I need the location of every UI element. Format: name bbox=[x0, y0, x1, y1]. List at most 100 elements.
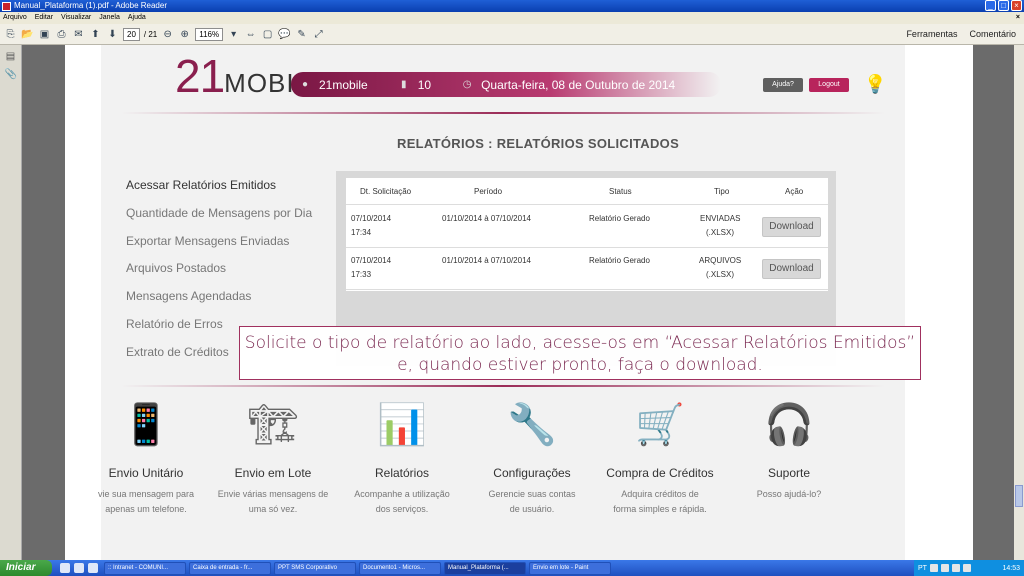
feature-desc: uma só vez. bbox=[248, 504, 298, 514]
feature-settings[interactable]: 🔧 Configurações Gerencie suas contas de … bbox=[467, 395, 597, 517]
row-type: ENVIADAS bbox=[700, 214, 741, 223]
task-inbox[interactable]: Caixa de entrada - fr... bbox=[189, 561, 271, 575]
zoom-out-icon[interactable]: ⊖ bbox=[161, 28, 174, 41]
row-period: 01/10/2014 à 07/10/2014 bbox=[442, 256, 531, 265]
menu-item-scheduled[interactable]: Mensagens Agendadas bbox=[126, 288, 326, 316]
slide: 21MOBILE ● 21mobile ▮ 10 ◷ Quarta-feira,… bbox=[98, 45, 905, 560]
user-name: 21mobile bbox=[319, 77, 368, 92]
minimize-button[interactable]: _ bbox=[985, 0, 996, 11]
feature-support[interactable]: 🎧 Suporte Posso ajudá-lo? bbox=[724, 395, 854, 502]
scrollbar-thumb[interactable] bbox=[1015, 485, 1023, 507]
menu-arquivo[interactable]: Arquivo bbox=[3, 12, 27, 24]
zoom-select[interactable]: 116% bbox=[195, 27, 224, 41]
logo-number: 21 bbox=[175, 50, 225, 102]
feature-title: Compra de Créditos bbox=[606, 466, 714, 480]
expand-icon[interactable]: ⤢ bbox=[312, 28, 325, 41]
task-paint[interactable]: Envio em lote - Paint bbox=[529, 561, 611, 575]
pages-icon[interactable]: ▤ bbox=[5, 51, 17, 63]
row-time: 17:34 bbox=[351, 228, 372, 237]
volume-icon[interactable] bbox=[951, 564, 960, 572]
chevron-down-icon[interactable]: ▾ bbox=[227, 28, 240, 41]
create-pdf-icon[interactable]: ⎘ bbox=[4, 28, 17, 41]
credit-count: 10 bbox=[417, 77, 432, 92]
feature-desc: dos serviços. bbox=[375, 504, 429, 514]
print-icon[interactable]: ⎙ bbox=[55, 28, 68, 41]
menu-visualizar[interactable]: Visualizar bbox=[61, 12, 91, 24]
download-button[interactable]: Download bbox=[762, 259, 821, 279]
page-number-input[interactable]: 20 bbox=[123, 27, 140, 41]
menu-janela[interactable]: Janela bbox=[99, 12, 120, 24]
feature-desc: de usuário. bbox=[509, 504, 555, 514]
window-titlebar: Manual_Plataforma (1).pdf - Adobe Reader… bbox=[0, 0, 1024, 12]
feature-buy-credits[interactable]: 🛒 Compra de Créditos Adquira créditos de… bbox=[595, 395, 725, 517]
system-tray: PT 14:53 bbox=[914, 560, 1024, 576]
help-button[interactable]: Ajuda? bbox=[763, 78, 803, 92]
divider bbox=[121, 112, 885, 114]
comment-icon[interactable]: 💬 bbox=[278, 28, 291, 41]
feature-batch-send[interactable]: 🏗 Envio em Lote Envie várias mensagens d… bbox=[208, 395, 338, 517]
col-header-action: Ação bbox=[785, 187, 804, 196]
row-period: 01/10/2014 à 07/10/2014 bbox=[442, 214, 531, 223]
table-row: 07/10/2014 17:34 01/10/2014 à 07/10/2014… bbox=[346, 206, 828, 248]
security-icon[interactable] bbox=[962, 564, 971, 572]
next-page-icon[interactable]: ⬇ bbox=[106, 28, 119, 41]
menu-ajuda[interactable]: Ajuda bbox=[128, 12, 146, 24]
section-title: RELATÓRIOS : RELATÓRIOS SOLICITADOS bbox=[397, 136, 680, 151]
menu-item-messages-per-day[interactable]: Quantidade de Mensagens por Dia bbox=[126, 205, 326, 233]
close-button[interactable]: × bbox=[1011, 0, 1022, 11]
network-icon[interactable] bbox=[940, 564, 949, 572]
close-document-icon[interactable]: × bbox=[1016, 12, 1020, 24]
open-icon[interactable]: 📂 bbox=[21, 28, 34, 41]
fit-width-icon[interactable]: ⇔ bbox=[244, 28, 257, 41]
menu-item-posted-files[interactable]: Arquivos Postados bbox=[126, 260, 326, 288]
menu-item-issued-reports[interactable]: Acessar Relatórios Emitidos bbox=[126, 177, 326, 205]
email-icon[interactable]: ✉ bbox=[72, 28, 85, 41]
tools-tab[interactable]: Ferramentas bbox=[906, 29, 957, 39]
task-ppt[interactable]: PPT SMS Corporativo bbox=[274, 561, 356, 575]
row-format: (.XLSX) bbox=[706, 270, 735, 279]
windows-taskbar: Iniciar :: Intranet - COMUNI... Caixa de… bbox=[0, 560, 1024, 576]
ie-icon[interactable] bbox=[60, 563, 70, 573]
logout-button[interactable]: Logout bbox=[809, 78, 849, 92]
explorer-icon[interactable] bbox=[74, 563, 84, 573]
save-icon[interactable]: ▣ bbox=[38, 28, 51, 41]
task-reader[interactable]: Manual_Plataforma (... bbox=[444, 561, 526, 575]
zoom-in-icon[interactable]: ⊕ bbox=[178, 28, 191, 41]
prev-page-icon[interactable]: ⬆ bbox=[89, 28, 102, 41]
menu-bar: Arquivo Editar Visualizar Janela Ajuda × bbox=[0, 12, 1024, 24]
smartphone-icon: 📱 bbox=[121, 403, 171, 447]
highlight-icon[interactable]: ✎ bbox=[295, 28, 308, 41]
task-word[interactable]: Documento1 - Micros... bbox=[359, 561, 441, 575]
row-date: 07/10/2014 bbox=[351, 256, 392, 265]
row-status: Relatório Gerado bbox=[589, 214, 650, 223]
language-indicator[interactable]: PT bbox=[918, 565, 927, 572]
feature-reports[interactable]: 📊 Relatórios Acompanhe a utilização dos … bbox=[337, 395, 467, 517]
download-button[interactable]: Download bbox=[762, 217, 821, 237]
lightbulb-icon[interactable]: 💡 bbox=[864, 73, 886, 95]
menu-editar[interactable]: Editar bbox=[35, 12, 53, 24]
help-icon[interactable] bbox=[929, 564, 938, 572]
menu-item-export-sent[interactable]: Exportar Mensagens Enviadas bbox=[126, 233, 326, 261]
callout-line-2: e, quando estiver pronto, faça o downloa… bbox=[397, 355, 763, 375]
bar-chart-icon: 📊 bbox=[377, 403, 427, 447]
attachment-icon[interactable]: 📎 bbox=[5, 69, 17, 81]
feature-desc: Gerencie suas contas bbox=[488, 489, 576, 499]
outlook-icon[interactable] bbox=[88, 563, 98, 573]
fit-page-icon[interactable]: ▢ bbox=[261, 28, 274, 41]
coins-icon: ▮ bbox=[400, 78, 407, 90]
vertical-scrollbar[interactable] bbox=[1014, 45, 1024, 560]
quick-launch bbox=[60, 563, 98, 573]
feature-desc: Envie várias mensagens de bbox=[217, 489, 329, 499]
row-time: 17:33 bbox=[351, 270, 372, 279]
headset-icon: 🎧 bbox=[764, 403, 814, 447]
start-button[interactable]: Iniciar bbox=[0, 560, 52, 576]
comment-tab[interactable]: Comentário bbox=[969, 29, 1016, 39]
reports-table: Dt. Solicitação Período Status Tipo Ação… bbox=[346, 178, 828, 291]
clock: 14:53 bbox=[1002, 564, 1020, 572]
feature-single-send[interactable]: 📱 Envio Unitário vie sua mensagem para a… bbox=[81, 395, 211, 517]
task-intranet[interactable]: :: Intranet - COMUNI... bbox=[104, 561, 186, 575]
reader-toolbar: ⎘ 📂 ▣ ⎙ ✉ ⬆ ⬇ 20 / 21 ⊖ ⊕ 116% ▾ ⇔ ▢ 💬 ✎… bbox=[0, 24, 1024, 45]
feature-desc: vie sua mensagem para bbox=[97, 489, 195, 499]
maximize-button[interactable]: □ bbox=[998, 0, 1009, 11]
current-date: Quarta-feira, 08 de Outubro de 2014 bbox=[481, 77, 676, 92]
